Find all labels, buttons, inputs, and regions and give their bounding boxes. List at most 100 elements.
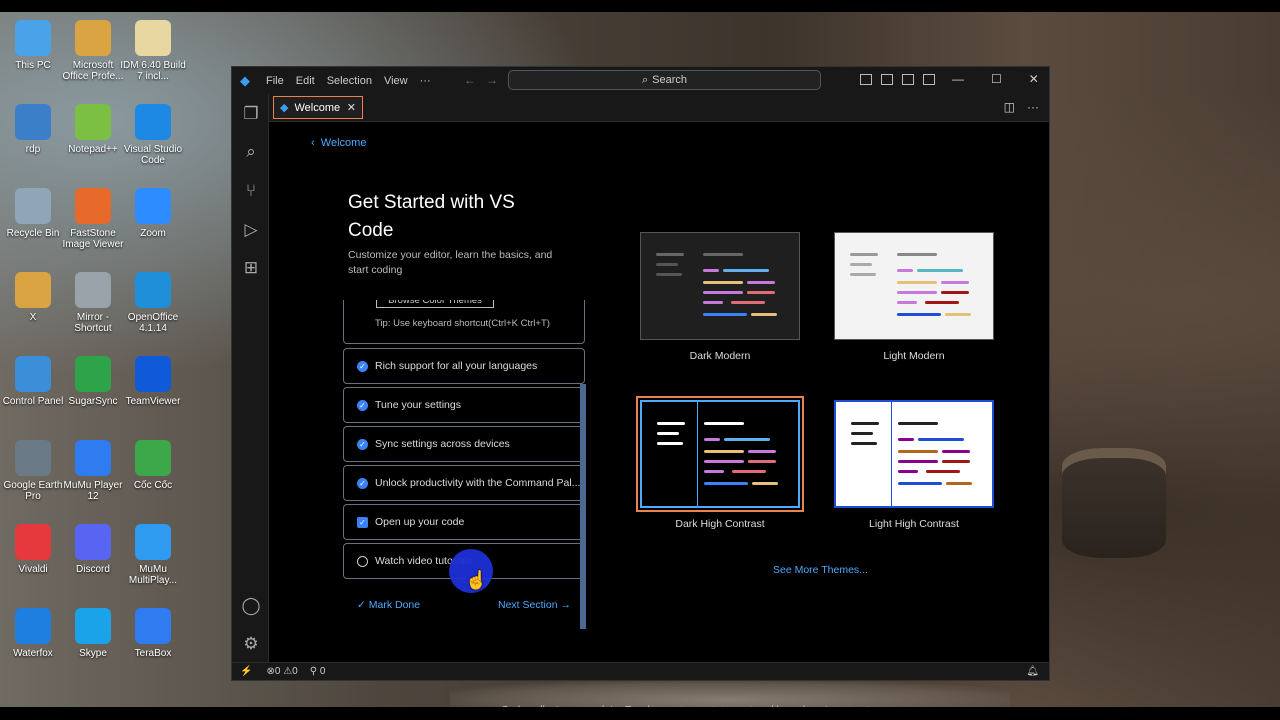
tab-welcome-label: Welcome [294, 101, 341, 114]
desktop-icon[interactable]: Skype [60, 608, 126, 659]
desktop-icon[interactable]: Google Earth Pro [0, 440, 66, 502]
notifications-bell-icon[interactable]: 🔔︎ [1026, 666, 1039, 677]
walkthrough-step[interactable]: ✓ Rich support for all your languages [343, 348, 585, 384]
close-icon[interactable]: ✕ [1029, 72, 1039, 86]
see-more-themes-link[interactable]: See More Themes... [773, 564, 868, 576]
command-center-search[interactable]: ⌕ Search [508, 70, 821, 90]
desktop-icon[interactable]: Mirror - Shortcut [60, 272, 126, 334]
desktop-icon[interactable]: MuMu MultiPlay... [120, 524, 186, 586]
status-bar: ⚡ ⊗0 ⚠0 ⚲ 0 🔔︎ [232, 662, 1049, 680]
customize-layout-icon[interactable] [923, 74, 935, 85]
more-actions-icon[interactable]: ··· [1027, 100, 1039, 114]
preview-code-line [851, 422, 879, 425]
back-to-welcome-link[interactable]: ‹ Welcome [311, 137, 366, 149]
toggle-panel-icon[interactable] [881, 74, 893, 85]
teamviewer-icon [135, 356, 171, 392]
preview-code-line [850, 263, 872, 266]
settings-gear-icon[interactable]: ⚙ [241, 634, 261, 654]
toggle-secondary-sidebar-icon[interactable] [902, 74, 914, 85]
desktop-icon[interactable]: TeraBox [120, 608, 186, 659]
theme-option[interactable]: Dark Modern [640, 232, 800, 362]
waterfox-icon [15, 608, 51, 644]
preview-code-line [898, 470, 918, 473]
steps-scrollbar[interactable] [580, 384, 586, 629]
menu-file[interactable]: File [266, 75, 284, 87]
desktop-icon[interactable]: FastStone Image Viewer [60, 188, 126, 250]
source-control-icon[interactable]: ⑂ [241, 181, 261, 201]
desktop-icon-label: MuMu MultiPlay... [128, 564, 178, 586]
desktop-icon[interactable]: OpenOffice 4.1.14 [120, 272, 186, 334]
desktop-icon[interactable]: Notepad++ [60, 104, 126, 155]
desktop-icon-label: TeraBox [134, 648, 172, 659]
desktop-icon[interactable]: Discord [60, 524, 126, 575]
desktop-icon[interactable]: Vivaldi [0, 524, 66, 575]
preview-code-line [917, 269, 963, 272]
desktop-icon[interactable]: Cốc Cốc [120, 440, 186, 491]
explorer-icon[interactable]: ❐ [241, 104, 261, 124]
welcome-editor: ‹ Welcome Get Started with VS Code Custo… [269, 122, 1049, 716]
toggle-primary-sidebar-icon[interactable] [860, 74, 872, 85]
search-view-icon[interactable]: ⌕ [241, 142, 261, 162]
step-label: Rich support for all your languages [375, 360, 538, 372]
theme-option[interactable]: Dark High Contrast [636, 396, 804, 530]
walkthrough-step[interactable]: ✓ Unlock productivity with the Command Pa… [343, 465, 585, 501]
walkthrough-step[interactable]: ✓ Tune your settings [343, 387, 585, 423]
tab-close-icon[interactable]: ✕ [347, 101, 356, 114]
desktop-icon-label: Microsoft Office Profe... [62, 60, 124, 82]
editor-actions: ◫ ··· [1004, 100, 1039, 114]
desktop-icon[interactable]: IDM 6.40 Build 7 incl... [120, 20, 186, 82]
menu-view[interactable]: View [384, 75, 408, 87]
walkthrough-step[interactable]: ✓ Open up your code [343, 504, 585, 540]
menu-more[interactable]: ··· [420, 75, 431, 87]
minimize-icon[interactable]: — [952, 72, 964, 86]
desktop-icon[interactable]: Recycle Bin [0, 188, 66, 239]
theme-preview [640, 232, 800, 340]
browse-color-themes-button[interactable]: Browse Color Themes [376, 300, 494, 308]
maximize-icon[interactable]: ☐ [991, 72, 1002, 86]
preview-code-line [703, 313, 747, 316]
desktop-icon[interactable]: TeamViewer [120, 356, 186, 407]
tab-welcome[interactable]: ◆ Welcome ✕ [273, 96, 363, 119]
desktop-icon-label: Vivaldi [18, 564, 48, 575]
desktop-icon[interactable]: Microsoft Office Profe... [60, 20, 126, 82]
chevron-left-icon: ‹ [311, 137, 315, 149]
desktop-icon[interactable]: X [0, 272, 66, 323]
problems-indicator[interactable]: ⊗0 ⚠0 [266, 666, 297, 677]
hummingbird-icon [75, 356, 111, 392]
remote-indicator-icon[interactable]: ⚡ [240, 666, 252, 677]
page-subtitle: Customize your editor, learn the basics,… [348, 249, 553, 276]
extensions-icon[interactable]: ⊞ [241, 258, 261, 278]
run-debug-icon[interactable]: ▷ [241, 220, 261, 240]
desktop-icon[interactable]: This PC [0, 20, 66, 71]
preview-code-line [942, 460, 970, 463]
remote-desktop-icon [15, 104, 51, 140]
desktop-icon[interactable]: Zoom [120, 188, 186, 239]
ports-indicator[interactable]: ⚲ 0 [310, 666, 326, 677]
walkthrough-step[interactable]: ✓ Sync settings across devices [343, 426, 585, 462]
vivaldi-icon [15, 524, 51, 560]
mark-done-button[interactable]: ✓ Mark Done [357, 599, 420, 611]
next-section-button[interactable]: Next Section → [498, 599, 571, 611]
accounts-icon[interactable]: ◯ [241, 596, 261, 616]
desktop-icon[interactable]: rdp [0, 104, 66, 155]
preview-code-line [731, 301, 765, 304]
desktop-icon[interactable]: Control Panel [0, 356, 66, 407]
tab-bar: ◆ Welcome ✕ ◫ ··· [269, 94, 1049, 122]
vscode-tab-icon: ◆ [280, 102, 289, 114]
forward-arrow-icon[interactable]: → [486, 73, 508, 87]
desktop-icon[interactable]: MuMu Player 12 [60, 440, 126, 502]
theme-option[interactable]: Light Modern [834, 232, 994, 362]
menu-selection[interactable]: Selection [327, 75, 372, 87]
desktop-icon-label: Zoom [140, 228, 166, 239]
preview-code-line [747, 281, 775, 284]
theme-option[interactable]: Light High Contrast [834, 400, 994, 530]
desktop-icon[interactable]: Visual Studio Code [120, 104, 186, 166]
back-arrow-icon[interactable]: ← [464, 73, 486, 87]
desktop-icon[interactable]: Waterfox [0, 608, 66, 659]
preview-code-line [657, 422, 685, 425]
split-editor-icon[interactable]: ◫ [1004, 100, 1015, 114]
menu-edit[interactable]: Edit [296, 75, 315, 87]
circle-icon [357, 556, 368, 567]
mumu-icon [75, 440, 111, 476]
desktop-icon[interactable]: SugarSync [60, 356, 126, 407]
